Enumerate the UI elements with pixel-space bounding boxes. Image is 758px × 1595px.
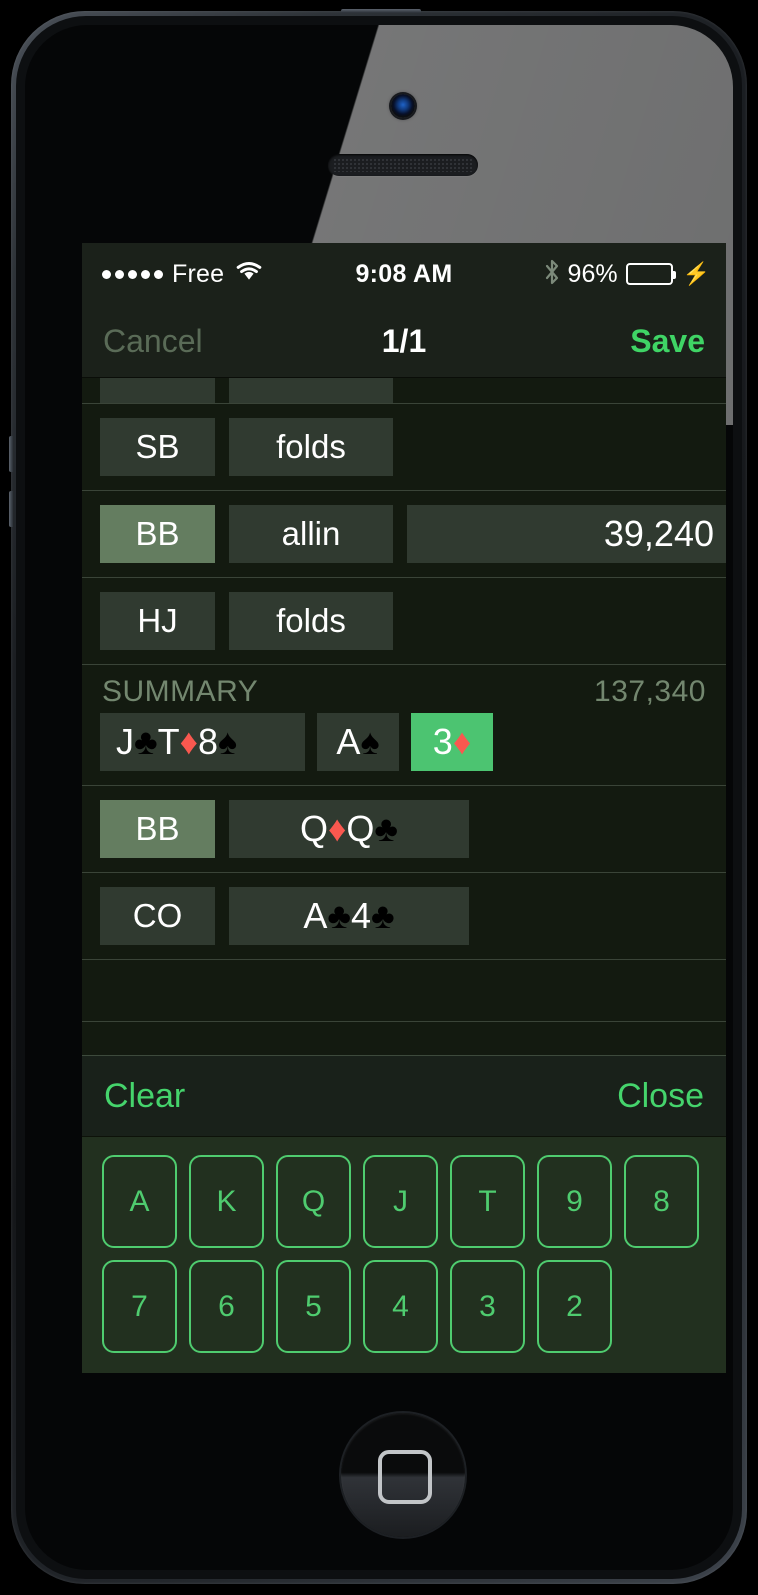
keypad-key-q[interactable]: Q — [276, 1155, 351, 1248]
river-card-cell[interactable]: 3 ♦ — [411, 713, 493, 771]
hand-history-list[interactable]: SB folds BB allin 39,240 HJ folds SUMMAR… — [82, 378, 726, 1055]
phone-bezel: Free 9:08 AM 96% ⚡ Cancel 1/1 Save SB fo… — [16, 16, 742, 1579]
position-cell[interactable] — [100, 378, 215, 403]
card-suit-icon: ♣ — [374, 808, 399, 849]
card-suit-icon: ♣ — [371, 895, 395, 936]
front-camera-icon — [391, 94, 415, 118]
keyboard-toolbar: Clear Close — [82, 1055, 726, 1137]
home-button[interactable] — [341, 1413, 465, 1537]
bluetooth-icon — [544, 259, 560, 290]
table-row[interactable]: HJ folds — [82, 578, 726, 665]
card-rank: Q — [299, 808, 328, 849]
keypad-key-4[interactable]: 4 — [363, 1260, 438, 1353]
table-row[interactable]: BB Q ♦ Q ♣ — [82, 786, 726, 873]
keypad-key-t[interactable]: T — [450, 1155, 525, 1248]
keypad-key-j[interactable]: J — [363, 1155, 438, 1248]
table-row[interactable]: CO A ♣ 4 ♣ — [82, 873, 726, 960]
hole-cards-cell[interactable]: A ♣ 4 ♣ — [229, 887, 469, 945]
keypad-key-5[interactable]: 5 — [276, 1260, 351, 1353]
summary-header: SUMMARY 137,340 — [82, 665, 726, 713]
keypad-row-2: 765432 — [102, 1260, 726, 1353]
navigation-bar: Cancel 1/1 Save — [82, 305, 726, 378]
position-cell[interactable]: HJ — [100, 592, 215, 650]
keypad-key-3[interactable]: 3 — [450, 1260, 525, 1353]
save-button[interactable]: Save — [630, 305, 705, 377]
pot-total-label: 137,340 — [594, 675, 706, 708]
action-cell[interactable] — [229, 378, 393, 403]
card-rank: T — [157, 721, 180, 762]
card-rank: A — [303, 895, 328, 936]
card-suit-icon: ♦ — [452, 721, 472, 762]
card-suit-icon: ♣ — [327, 895, 351, 936]
card-rank-keypad[interactable]: AKQJT98 765432 — [82, 1137, 726, 1373]
keypad-key-2[interactable]: 2 — [537, 1260, 612, 1353]
action-cell[interactable]: folds — [229, 592, 393, 650]
phone-frame: Free 9:08 AM 96% ⚡ Cancel 1/1 Save SB fo… — [9, 9, 747, 1584]
status-bar-right: 96% ⚡ — [544, 243, 710, 305]
table-row[interactable]: BB allin 39,240 — [82, 491, 726, 578]
position-cell[interactable]: BB — [100, 505, 215, 563]
close-button[interactable]: Close — [617, 1077, 704, 1116]
status-bar: Free 9:08 AM 96% ⚡ — [82, 243, 726, 305]
card-rank: 8 — [198, 721, 219, 762]
card-rank: A — [336, 721, 361, 762]
flop-cards-cell[interactable]: J ♣ T ♦ 8 ♠ — [100, 713, 305, 771]
keypad-key-7[interactable]: 7 — [102, 1260, 177, 1353]
card-suit-icon: ♦ — [328, 808, 347, 849]
keypad-key-a[interactable]: A — [102, 1155, 177, 1248]
card-rank: 3 — [432, 721, 453, 762]
keypad-key-8[interactable]: 8 — [624, 1155, 699, 1248]
card-suit-icon: ♣ — [134, 721, 158, 762]
keypad-key-9[interactable]: 9 — [537, 1155, 612, 1248]
table-row-empty[interactable] — [82, 960, 726, 1022]
action-cell[interactable]: folds — [229, 418, 393, 476]
power-button[interactable] — [341, 9, 421, 13]
battery-percent-label: 96% — [567, 259, 618, 288]
card-rank: J — [116, 721, 134, 762]
card-suit-icon: ♦ — [179, 721, 198, 762]
amount-cell[interactable]: 39,240 — [407, 505, 726, 563]
position-cell[interactable]: SB — [100, 418, 215, 476]
position-cell[interactable]: CO — [100, 887, 215, 945]
card-rank: 4 — [350, 895, 372, 936]
clear-button[interactable]: Clear — [104, 1077, 185, 1116]
keypad-row-1: AKQJT98 — [102, 1155, 726, 1248]
card-suit-icon: ♠ — [360, 721, 380, 762]
earpiece-speaker-icon — [328, 154, 478, 176]
board-cards-row[interactable]: J ♣ T ♦ 8 ♠ A ♠ 3 ♦ — [82, 713, 726, 786]
table-row[interactable] — [82, 378, 726, 404]
volume-up-button[interactable] — [9, 436, 13, 472]
summary-label: SUMMARY — [102, 675, 259, 708]
card-rank: Q — [346, 808, 375, 849]
turn-card-cell[interactable]: A ♠ — [317, 713, 399, 771]
keypad-key-k[interactable]: K — [189, 1155, 264, 1248]
battery-icon — [625, 263, 676, 285]
hole-cards-cell[interactable]: Q ♦ Q ♣ — [229, 800, 469, 858]
table-row[interactable]: SB folds — [82, 404, 726, 491]
position-cell[interactable]: BB — [100, 800, 215, 858]
lightning-bolt-icon: ⚡ — [682, 261, 710, 286]
keypad-key-6[interactable]: 6 — [189, 1260, 264, 1353]
card-suit-icon: ♠ — [218, 721, 238, 762]
volume-down-button[interactable] — [9, 491, 13, 527]
action-cell[interactable]: allin — [229, 505, 393, 563]
home-square-icon — [378, 1450, 432, 1504]
app-screen: Free 9:08 AM 96% ⚡ Cancel 1/1 Save SB fo… — [82, 243, 726, 1373]
phone-front-glass: Free 9:08 AM 96% ⚡ Cancel 1/1 Save SB fo… — [25, 25, 733, 1570]
